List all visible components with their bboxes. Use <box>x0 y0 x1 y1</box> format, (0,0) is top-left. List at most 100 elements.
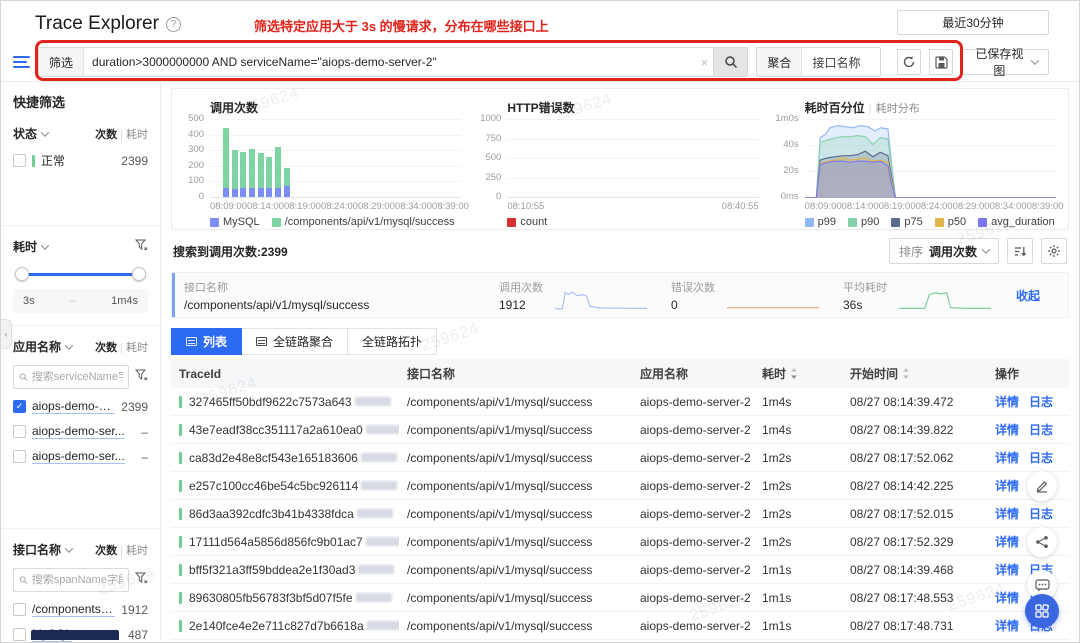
refresh-button[interactable] <box>897 49 922 75</box>
sort-icon[interactable] <box>790 368 798 379</box>
legend-item[interactable]: p50 <box>934 216 966 228</box>
legend-item[interactable]: count <box>507 216 547 228</box>
tab-trace-aggregate[interactable]: 全链路聚合 <box>242 328 349 355</box>
app-name-cell: aiops-demo-server-2 <box>632 527 754 556</box>
trace-table: TraceId 接口名称 应用名称 耗时 开始时间 操作 327465ff50b… <box>171 359 1069 642</box>
filter-item[interactable]: /components/a... 1912 <box>13 602 148 617</box>
col-actions: 操作 <box>987 359 1069 388</box>
endpoint-section-title[interactable]: 接口名称 <box>13 541 74 558</box>
endpoint-cell: /components/api/v1/mysql/success <box>399 611 632 640</box>
latency-chart-title: 耗时百分位 | 耗时分布 <box>804 101 920 115</box>
aggregate-dropdown[interactable]: 聚合 接口名称 <box>756 47 882 77</box>
app-name-search-input[interactable] <box>31 371 123 383</box>
share-button[interactable] <box>1027 527 1057 557</box>
sort-order-button[interactable] <box>1007 238 1033 264</box>
gridline <box>507 197 759 198</box>
slider-handle-max[interactable] <box>132 267 146 281</box>
trace-id-text: 89630805fb56783f3bf5d07f5fe <box>189 590 353 605</box>
bar-segment-mysql <box>249 188 256 197</box>
search-button[interactable] <box>713 48 748 76</box>
legend-item[interactable]: MySQL <box>210 216 260 228</box>
checkbox[interactable] <box>13 154 26 167</box>
filter-item[interactable]: aiops-demo-ser... – <box>13 449 148 464</box>
logs-link[interactable]: 日志 <box>1029 507 1053 521</box>
duration-slider[interactable] <box>15 267 146 281</box>
feedback-pencil-button[interactable] <box>1027 471 1057 501</box>
table-row[interactable]: 50e1f0bc50ab74b0c524d01424/components/ap… <box>171 639 1069 642</box>
legend-item[interactable]: p99 <box>804 216 836 228</box>
legend-item[interactable]: p75 <box>891 216 923 228</box>
page-title-text: Trace Explorer <box>35 13 159 34</box>
filter-item[interactable]: 正常 2399 <box>13 152 148 169</box>
tab-trace-topology[interactable]: 全链路拓扑 <box>348 328 438 355</box>
widgets-button[interactable] <box>1025 594 1059 628</box>
filter-clear-icon[interactable] <box>134 571 148 589</box>
filter-clear-icon[interactable] <box>134 368 148 386</box>
query-input[interactable] <box>84 55 696 69</box>
clear-icon[interactable]: × <box>695 55 713 70</box>
filter-item[interactable]: aiops-demo-ser... – <box>13 424 148 439</box>
logs-link[interactable]: 日志 <box>1029 451 1053 465</box>
filter-list-icon[interactable] <box>13 56 30 68</box>
save-view-button[interactable] <box>929 49 954 75</box>
sort-icon[interactable] <box>902 368 910 379</box>
saved-views-button[interactable]: 已保存视图 <box>961 47 1049 78</box>
settings-button[interactable] <box>1041 238 1067 264</box>
status-color-bar <box>32 154 35 167</box>
table-row[interactable]: 89630805fb56783f3bf5d07f5fe/components/a… <box>171 583 1069 612</box>
app-name-section-title[interactable]: 应用名称 <box>13 338 74 355</box>
checkbox[interactable]: ✓ <box>13 400 26 413</box>
table-row[interactable]: 86d3aa392cdfc3b41b4338fdca/components/ap… <box>171 499 1069 528</box>
checkbox[interactable] <box>13 425 26 438</box>
slider-handle-min[interactable] <box>15 267 29 281</box>
latency-distribution-toggle[interactable]: 耗时分布 <box>876 103 920 115</box>
help-icon[interactable]: ? <box>165 16 181 32</box>
table-row[interactable]: 43e7eadf38cc351117a2a610ea0/components/a… <box>171 415 1069 444</box>
details-link[interactable]: 详情 <box>995 619 1019 633</box>
filter-item-label[interactable]: /components/a... <box>32 602 116 617</box>
details-link[interactable]: 详情 <box>995 479 1019 493</box>
details-link[interactable]: 详情 <box>995 451 1019 465</box>
duration-section-title[interactable]: 耗时 <box>13 238 50 255</box>
sort-dropdown[interactable]: 排序 调用次数 <box>888 238 999 264</box>
checkbox[interactable] <box>13 628 26 641</box>
gridline <box>507 177 759 179</box>
details-link[interactable]: 详情 <box>995 535 1019 549</box>
legend-item[interactable]: p90 <box>848 216 879 228</box>
tab-list[interactable]: 列表 <box>171 328 243 355</box>
filter-item-label[interactable]: aiops-demo-ser... <box>32 449 125 464</box>
details-link[interactable]: 详情 <box>995 563 1019 577</box>
table-row[interactable]: e257c100cc46be54c5bc926114/components/ap… <box>171 471 1069 500</box>
details-link[interactable]: 详情 <box>995 591 1019 605</box>
trace-id-cell: 2e140fce4e2e711c827d7b6618a <box>171 611 399 640</box>
time-range-button[interactable]: 最近30分钟 <box>897 10 1049 35</box>
sort-value: 调用次数 <box>928 244 977 259</box>
slider-track <box>21 273 140 276</box>
legend-item[interactable]: /components/api/v1/mysql/success <box>271 216 455 228</box>
logs-link[interactable]: 日志 <box>1029 395 1053 409</box>
checkbox[interactable] <box>13 450 26 463</box>
details-link[interactable]: 详情 <box>995 423 1019 437</box>
logs-link[interactable]: 日志 <box>1029 423 1053 437</box>
filter-item-label[interactable]: aiops-demo-ser... <box>32 399 116 414</box>
start-time-cell: 08/27 08:17:48.731 <box>842 611 987 640</box>
sidebar-collapse-handle[interactable]: ‹ <box>1 319 12 349</box>
checkbox[interactable] <box>13 603 26 616</box>
collapse-link[interactable]: 收起 <box>1016 287 1040 304</box>
table-row[interactable]: ca83d2e48e8cf543e165183606/components/ap… <box>171 443 1069 472</box>
app-name-search <box>13 365 148 389</box>
details-link[interactable]: 详情 <box>995 507 1019 521</box>
table-row[interactable]: 327465ff50bdf9622c7573a643/components/ap… <box>171 388 1069 416</box>
col-duration[interactable]: 耗时 <box>754 359 842 388</box>
filter-clear-icon[interactable] <box>134 239 148 254</box>
filter-item-label[interactable]: aiops-demo-ser... <box>32 424 125 439</box>
legend-item[interactable]: avg_duration <box>978 216 1055 228</box>
table-row[interactable]: 2e140fce4e2e711c827d7b6618a/components/a… <box>171 611 1069 640</box>
endpoint-search-input[interactable] <box>31 574 123 586</box>
table-row[interactable]: 17111d564a5856d856fc9b01ac7/components/a… <box>171 527 1069 556</box>
filter-item[interactable]: ✓ aiops-demo-ser... 2399 <box>13 399 148 414</box>
table-row[interactable]: bff5f321a3ff59bddea2e1f30ad3/components/… <box>171 555 1069 584</box>
col-start-time[interactable]: 开始时间 <box>842 359 987 388</box>
status-section-title[interactable]: 状态 <box>13 125 50 142</box>
details-link[interactable]: 详情 <box>995 395 1019 409</box>
